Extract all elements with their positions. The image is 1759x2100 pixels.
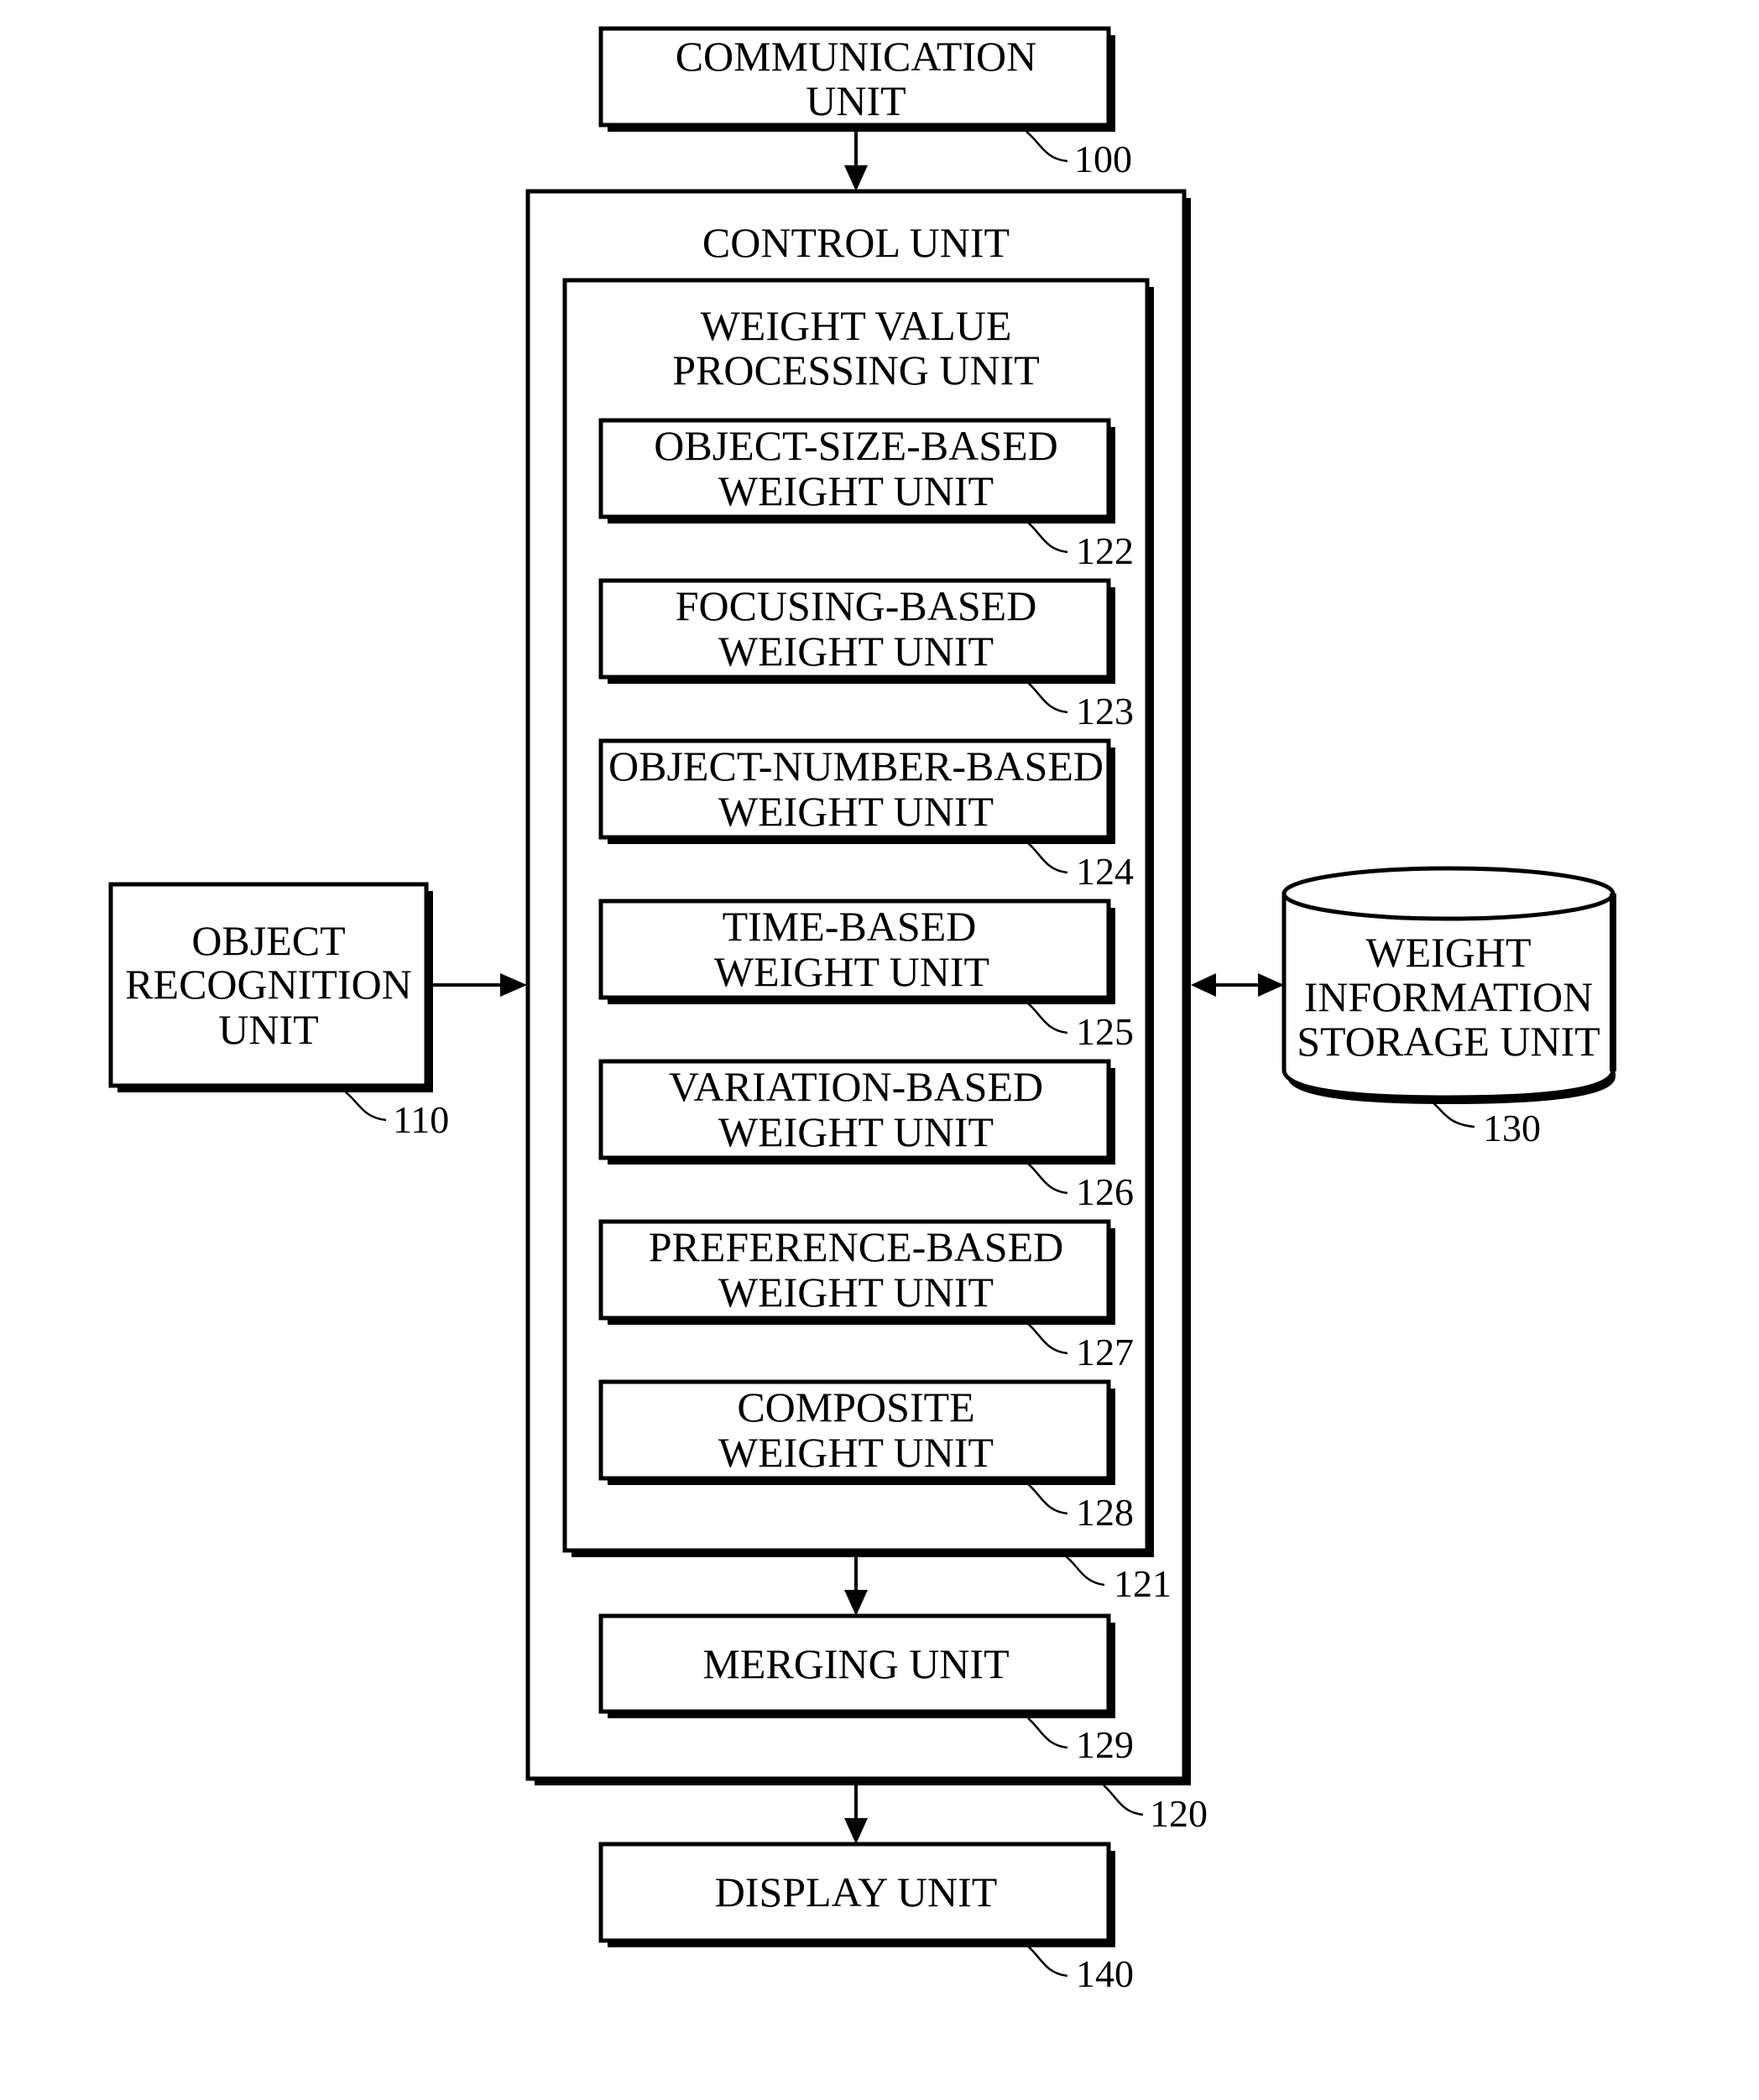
arrow-head-right-icon xyxy=(500,973,527,997)
sub-unit-label-line-1: FOCUSING-BASED xyxy=(676,582,1037,629)
ref-number-129: 129 xyxy=(1076,1723,1134,1766)
ref-number-125: 125 xyxy=(1076,1010,1134,1053)
ref-number-126: 126 xyxy=(1076,1170,1134,1213)
sub-unit-label-line-1: OBJECT-NUMBER-BASED xyxy=(608,743,1104,789)
sub-unit-label-line-1: TIME-BASED xyxy=(723,903,977,950)
sub-unit-label-line-2: WEIGHT UNIT xyxy=(714,948,989,995)
control-unit-title: CONTROL UNIT xyxy=(702,219,1010,266)
arrow-head-left-icon xyxy=(1191,973,1216,997)
communication-unit-label-line-1: COMMUNICATION xyxy=(676,33,1037,80)
ref-number-140: 140 xyxy=(1076,1952,1134,1995)
weight-value-processing-unit-title-line-1: WEIGHT VALUE xyxy=(701,302,1012,349)
weight-value-processing-unit-title-line-2: PROCESSING UNIT xyxy=(672,347,1040,393)
ref-leader-120 xyxy=(1103,1785,1144,1816)
object-recognition-unit: OBJECT RECOGNITION UNIT 110 xyxy=(108,882,449,1141)
display-unit-label: DISPLAY UNIT xyxy=(715,1868,998,1915)
ref-number-130: 130 xyxy=(1483,1107,1541,1149)
sub-unit-label-line-1: OBJECT-SIZE-BASED xyxy=(654,422,1058,469)
ref-leader-100 xyxy=(1026,131,1068,163)
sub-unit-label-line-2: WEIGHT UNIT xyxy=(718,628,994,675)
sub-unit-label-line-2: WEIGHT UNIT xyxy=(718,1269,994,1316)
object-recognition-unit-label-line-3: UNIT xyxy=(218,1006,318,1053)
ref-number-121: 121 xyxy=(1114,1562,1172,1605)
block-diagram: COMMUNICATION UNIT 100 CONTROL UNIT 120 … xyxy=(108,26,1616,1995)
merging-unit-label: MERGING UNIT xyxy=(702,1640,1009,1687)
sub-unit-label-line-2: WEIGHT UNIT xyxy=(718,1108,994,1155)
arrow-head-down-icon xyxy=(844,165,868,191)
arrow-object-recognition-to-control xyxy=(433,973,527,997)
sub-unit-label-line-2: WEIGHT UNIT xyxy=(718,467,994,514)
ref-number-128: 128 xyxy=(1076,1491,1134,1534)
arrow-control-to-display xyxy=(844,1785,868,1844)
storage-cylinder-top xyxy=(1281,866,1615,921)
arrow-control-storage-bidirectional xyxy=(1191,973,1284,997)
ref-leader-110 xyxy=(345,1092,387,1122)
sub-unit-label-line-2: WEIGHT UNIT xyxy=(718,1429,994,1476)
display-unit: DISPLAY UNIT 140 xyxy=(598,1842,1134,1995)
ref-number-127: 127 xyxy=(1076,1331,1134,1373)
ref-number-100: 100 xyxy=(1074,138,1132,180)
ref-number-110: 110 xyxy=(393,1098,449,1141)
arrow-communication-to-control xyxy=(844,132,868,191)
ref-leader-140 xyxy=(1027,1946,1068,1978)
arrow-head-right-icon xyxy=(1258,973,1284,997)
object-recognition-unit-label-line-1: OBJECT xyxy=(191,917,345,964)
sub-unit-label-line-1: VARIATION-BASED xyxy=(669,1063,1043,1110)
sub-unit-label-line-1: PREFERENCE-BASED xyxy=(649,1223,1064,1270)
ref-leader-130 xyxy=(1430,1100,1475,1128)
communication-unit-label-line-2: UNIT xyxy=(806,77,906,124)
ref-number-124: 124 xyxy=(1076,850,1134,893)
storage-unit-label-line-3: STORAGE UNIT xyxy=(1297,1018,1600,1065)
storage-cylinder-side-shadow xyxy=(1610,894,1616,1071)
weight-information-storage-unit: WEIGHT INFORMATION STORAGE UNIT 130 xyxy=(1281,866,1616,1149)
storage-unit-label-line-1: WEIGHT xyxy=(1365,929,1531,976)
ref-number-123: 123 xyxy=(1076,690,1134,732)
sub-unit-label-line-2: WEIGHT UNIT xyxy=(718,788,994,835)
ref-number-120: 120 xyxy=(1150,1792,1208,1835)
communication-unit: COMMUNICATION UNIT 100 xyxy=(598,26,1132,180)
sub-unit-label-line-1: COMPOSITE xyxy=(737,1383,974,1430)
arrow-head-down-icon xyxy=(844,1818,868,1844)
ref-number-122: 122 xyxy=(1076,529,1134,572)
storage-unit-label-line-2: INFORMATION xyxy=(1304,973,1593,1020)
object-recognition-unit-label-line-2: RECOGNITION xyxy=(125,961,412,1008)
